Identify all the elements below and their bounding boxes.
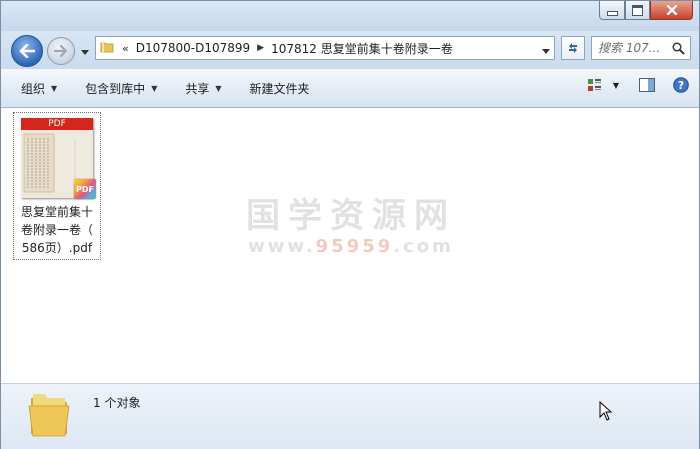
breadcrumb-overflow[interactable]: « [122, 42, 129, 55]
file-list-pane[interactable]: PDF PDF 思复堂前集十 卷附录一卷（ 586页）.pdf 国学资源网 ww… [1, 108, 699, 383]
watermark-url: www.95959.com [241, 236, 461, 257]
item-count-text: 1 个对象 [93, 396, 141, 410]
explorer-window: « D107800-D107899 ▶ 107812 思复堂前集十卷附录一卷 组… [0, 0, 700, 449]
watermark-url-suffix: .com [393, 236, 454, 257]
refresh-icon [569, 43, 577, 53]
view-controls: ▼ ? [587, 77, 689, 93]
arrow-left-icon [19, 44, 35, 58]
view-grid-icon [587, 79, 601, 91]
view-options-button[interactable]: ▼ [613, 81, 619, 90]
file-name-line-1: 思复堂前集十 [20, 205, 93, 219]
organize-label: 组织 [21, 81, 46, 96]
svg-text:?: ? [678, 79, 684, 92]
include-library-label: 包含到库中 [85, 81, 146, 96]
breadcrumb-item-range[interactable]: D107800-D107899 [136, 41, 250, 55]
close-button[interactable] [650, 1, 693, 20]
preview-pane-button[interactable] [639, 78, 655, 92]
share-menu[interactable]: 共享 ▼ [181, 74, 225, 102]
details-pane: 1 个对象 [1, 383, 699, 449]
folder-icon [100, 40, 114, 57]
file-name-line-3: 586页）.pdf [21, 241, 93, 255]
help-button[interactable]: ? [673, 77, 689, 93]
chevron-down-icon: ▼ [151, 83, 158, 93]
recent-pages-button[interactable] [81, 45, 89, 59]
breadcrumb-chevron-icon[interactable]: ▶ [257, 43, 264, 53]
change-view-button[interactable] [587, 78, 603, 92]
chevron-down-icon: ▼ [51, 83, 58, 93]
address-dropdown-button[interactable] [542, 44, 550, 58]
address-bar[interactable]: « D107800-D107899 ▶ 107812 思复堂前集十卷附录一卷 [95, 36, 555, 60]
arrow-right-icon [54, 45, 68, 57]
file-item[interactable]: PDF PDF 思复堂前集十 卷附录一卷（ 586页）.pdf [13, 112, 101, 260]
search-icon [672, 41, 685, 55]
watermark-url-prefix: www. [248, 236, 316, 257]
watermark-title: 国学资源网 [246, 196, 456, 236]
maximize-icon [632, 4, 643, 16]
caption-buttons [599, 1, 693, 20]
breadcrumb-item-current[interactable]: 107812 思复堂前集十卷附录一卷 [271, 40, 453, 57]
back-button[interactable] [11, 35, 43, 67]
command-bar: 组织 ▼ 包含到库中 ▼ 共享 ▼ 新建文件夹 ▼ ? [1, 69, 699, 108]
title-bar [1, 1, 699, 31]
chevron-down-icon: ▼ [215, 83, 222, 93]
pdf-type-badge: PDF [74, 179, 96, 199]
organize-menu[interactable]: 组织 ▼ [17, 74, 61, 102]
chevron-down-icon [81, 50, 89, 55]
chevron-down-icon [542, 49, 550, 54]
navigation-bar: « D107800-D107899 ▶ 107812 思复堂前集十卷附录一卷 [1, 31, 699, 69]
search-box[interactable] [591, 36, 691, 60]
file-name-line-2: 卷附录一卷（ [20, 223, 93, 237]
watermark-url-highlight: 95959 [315, 236, 394, 257]
pdf-badge-text: PDF [76, 184, 94, 194]
maximize-button[interactable] [625, 1, 650, 20]
share-label: 共享 [185, 81, 210, 96]
watermark: 国学资源网 www.95959.com [241, 196, 461, 257]
search-input[interactable] [598, 41, 670, 55]
chevron-down-icon: ▼ [612, 80, 619, 90]
preview-pane-icon [639, 78, 655, 92]
minimize-icon [606, 10, 618, 16]
folder-icon [28, 394, 70, 437]
new-folder-button[interactable]: 新建文件夹 [246, 74, 314, 102]
forward-button[interactable] [47, 37, 75, 65]
file-name[interactable]: 思复堂前集十 卷附录一卷（ 586页）.pdf [14, 203, 100, 257]
minimize-button[interactable] [599, 1, 625, 20]
include-library-menu[interactable]: 包含到库中 ▼ [81, 74, 161, 102]
refresh-button[interactable] [561, 36, 585, 60]
thumbnail-pdf-label: PDF [21, 118, 93, 130]
mouse-pointer-icon [599, 401, 613, 421]
close-icon [666, 5, 677, 15]
new-folder-label: 新建文件夹 [249, 81, 310, 96]
help-icon: ? [673, 77, 689, 93]
